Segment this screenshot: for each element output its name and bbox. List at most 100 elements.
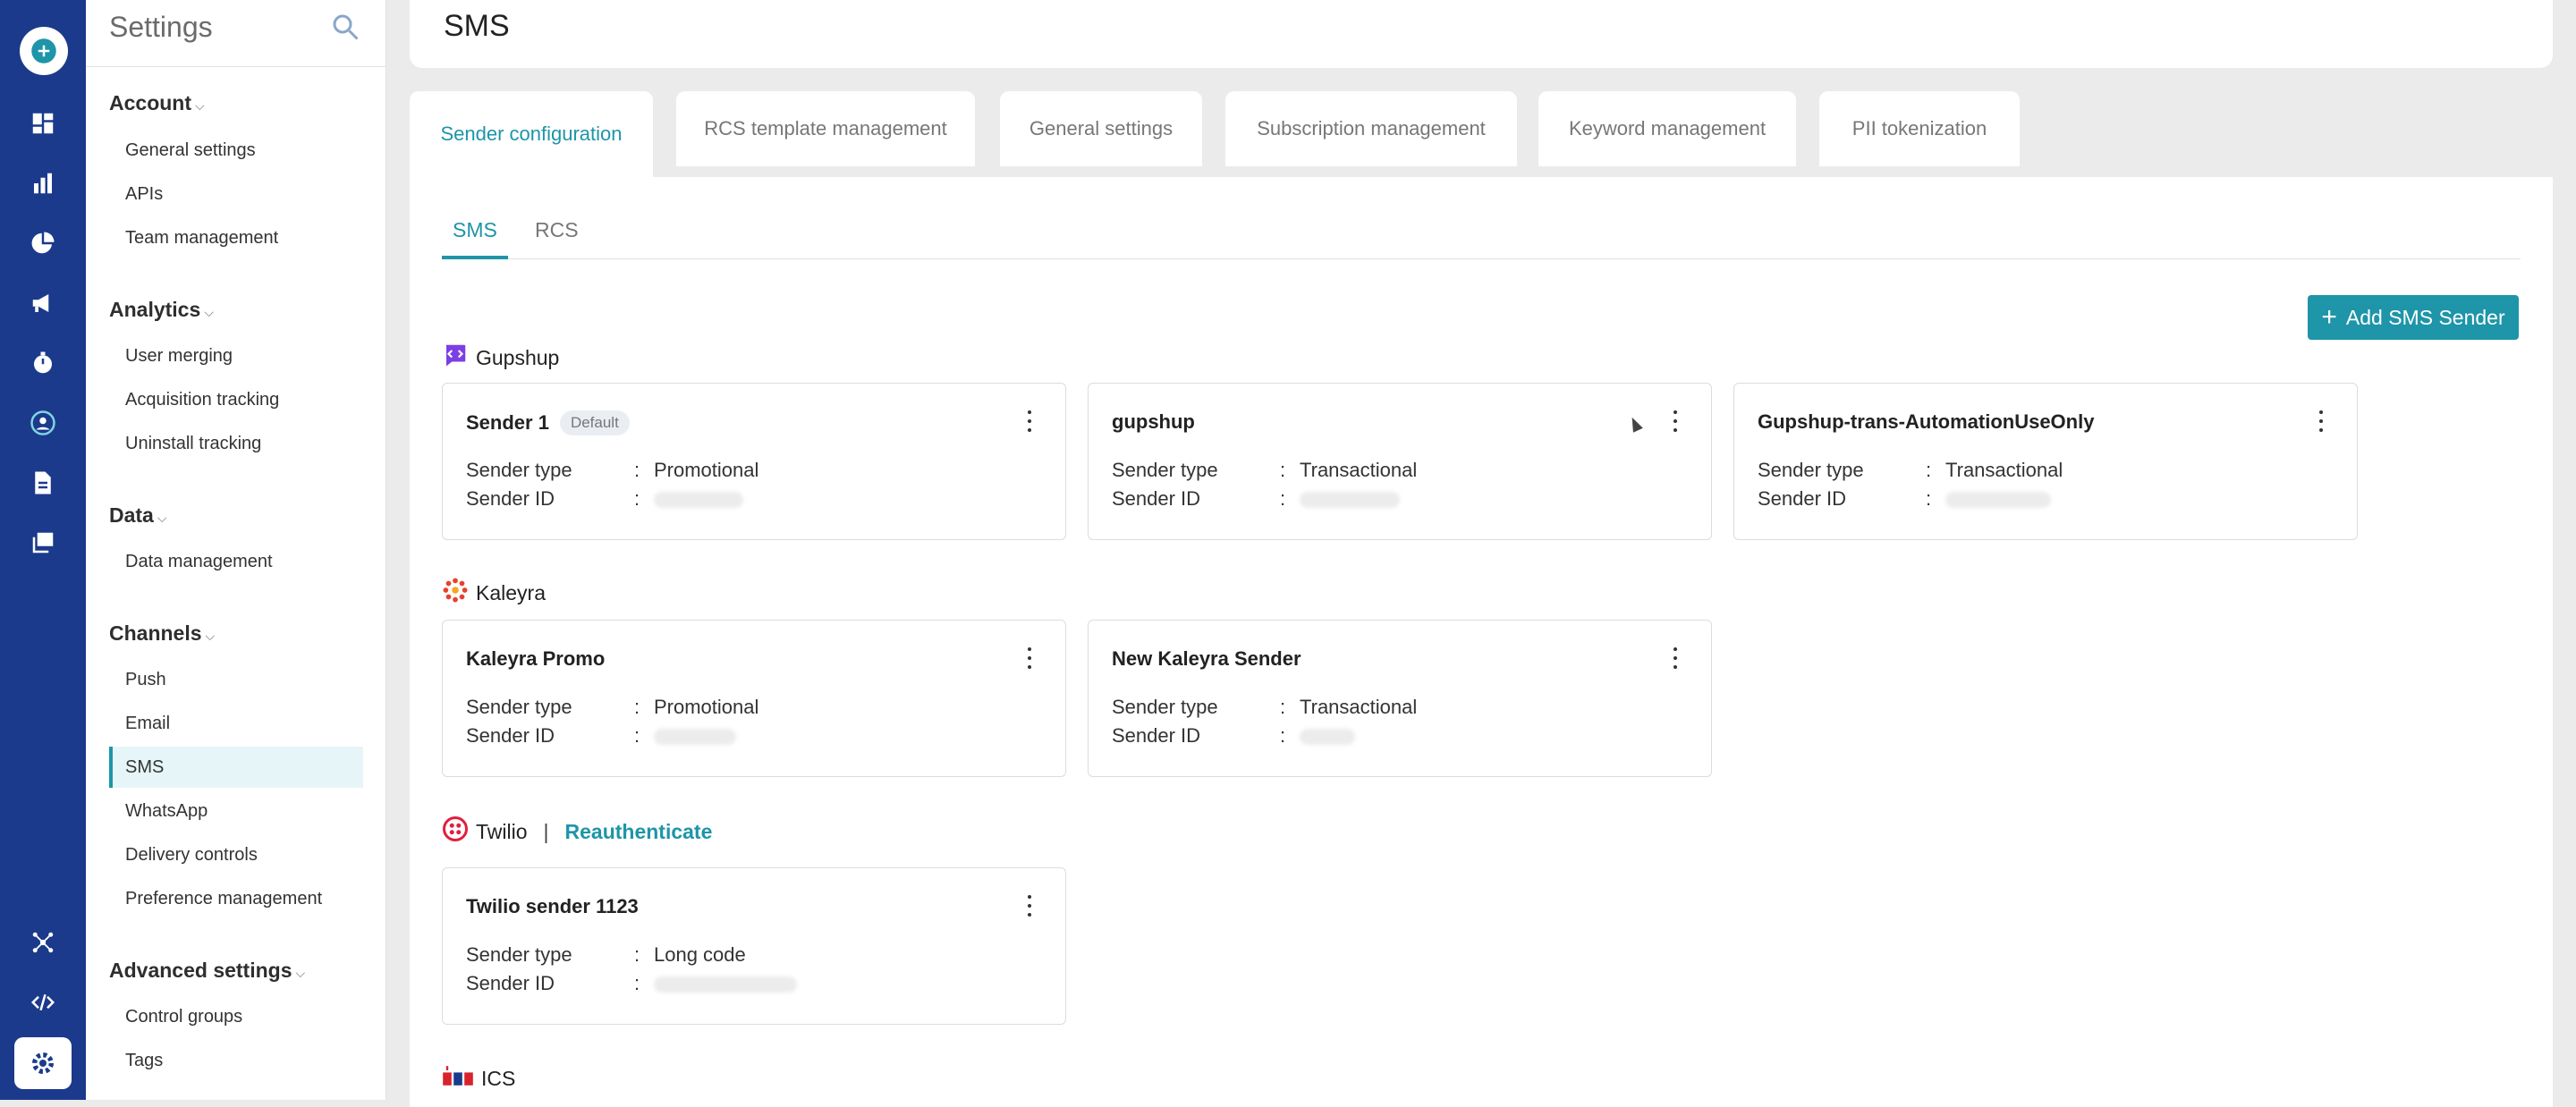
sender-id-redacted bbox=[1945, 492, 2051, 509]
sender-type-value: Transactional bbox=[1300, 696, 1418, 718]
tab-subscription-management[interactable]: Subscription management bbox=[1225, 91, 1517, 166]
sender-id-redacted bbox=[654, 976, 797, 993]
provider-name: Twilio bbox=[476, 819, 528, 843]
sidebar-item-delivery-controls[interactable]: Delivery controls bbox=[125, 845, 258, 866]
sidebar-item-acquisition-tracking[interactable]: Acquisition tracking bbox=[125, 390, 279, 410]
app-nav-rail bbox=[0, 0, 86, 1100]
sender-type-value: Long code bbox=[654, 943, 746, 966]
pie-chart-icon[interactable] bbox=[0, 218, 86, 268]
sender-id-redacted bbox=[654, 729, 736, 746]
campaign-megaphone-icon[interactable] bbox=[0, 278, 86, 328]
sidebar-item-preference-management[interactable]: Preference management bbox=[125, 889, 322, 909]
tab-pii-tokenization[interactable]: PII tokenization bbox=[1819, 91, 2020, 166]
sidebar-group-channels[interactable]: Channels ⌵ bbox=[109, 621, 215, 646]
chevron-down-icon: ⌵ bbox=[205, 629, 216, 643]
more-options-icon[interactable] bbox=[1672, 647, 1679, 669]
sender-card: New Kaleyra Sender Sender type: Transacti… bbox=[1088, 620, 1712, 777]
sidebar-divider bbox=[86, 66, 386, 67]
provider-name: Gupshup bbox=[476, 345, 560, 369]
sidebar-item-sms[interactable]: SMS bbox=[109, 747, 363, 788]
add-sms-sender-button[interactable]: + Add SMS Sender bbox=[2308, 295, 2519, 340]
provider-name: Kaleyra bbox=[476, 580, 546, 604]
sidebar-group-data[interactable]: Data ⌵ bbox=[109, 503, 166, 528]
settings-gear-icon[interactable] bbox=[14, 1037, 72, 1089]
sender-card: gupshup Sender type: Transactional Sender… bbox=[1088, 383, 1712, 540]
page-header: SMS bbox=[410, 0, 2553, 68]
more-options-icon[interactable] bbox=[2318, 410, 2325, 432]
ics-logo-icon bbox=[442, 1062, 474, 1094]
chevron-down-icon: ⌵ bbox=[157, 511, 167, 525]
provider-gupshup: Gupshup bbox=[442, 342, 559, 374]
plus-icon: + bbox=[2321, 302, 2337, 332]
code-icon[interactable] bbox=[0, 977, 86, 1027]
integrations-icon[interactable] bbox=[0, 917, 86, 968]
document-icon[interactable] bbox=[0, 458, 86, 508]
sender-card: Gupshup-trans-AutomationUseOnly Sender t… bbox=[1733, 383, 2358, 540]
more-options-icon[interactable] bbox=[1026, 410, 1033, 432]
sidebar-group-analytics[interactable]: Analytics ⌵ bbox=[109, 298, 214, 322]
more-options-icon[interactable] bbox=[1672, 410, 1679, 432]
sidebar-item-email[interactable]: Email bbox=[125, 714, 170, 734]
sidebar-item-team-management[interactable]: Team management bbox=[125, 228, 278, 249]
tab-keyword-management[interactable]: Keyword management bbox=[1538, 91, 1796, 166]
sidebar-item-whatsapp[interactable]: WhatsApp bbox=[125, 801, 208, 822]
subtab-rcs[interactable]: RCS bbox=[524, 218, 589, 259]
sender-type-value: Promotional bbox=[654, 459, 759, 481]
sender-card: Twilio sender 1123 Sender type: Long code… bbox=[442, 867, 1066, 1025]
search-icon[interactable] bbox=[329, 11, 361, 43]
sidebar-group-advanced-settings[interactable]: Advanced settings ⌵ bbox=[109, 959, 305, 983]
create-plus-icon[interactable] bbox=[20, 27, 68, 75]
timer-icon[interactable] bbox=[0, 338, 86, 388]
provider-twilio: Twilio | Reauthenticate bbox=[442, 815, 712, 848]
sender-name: Sender 1 bbox=[466, 411, 549, 434]
analytics-bar-icon[interactable] bbox=[0, 158, 86, 208]
provider-kaleyra: Kaleyra bbox=[442, 577, 546, 609]
provider-separator: | bbox=[543, 819, 549, 843]
sidebar-item-data-management[interactable]: Data management bbox=[125, 552, 273, 572]
twilio-logo-icon bbox=[442, 815, 469, 848]
tab-rcs-template-management[interactable]: RCS template management bbox=[676, 91, 975, 166]
sidebar-item-tags[interactable]: Tags bbox=[125, 1051, 163, 1071]
sender-id-redacted bbox=[1300, 492, 1400, 509]
sender-name: Kaleyra Promo bbox=[466, 647, 606, 670]
provider-ics: ICS bbox=[442, 1062, 515, 1094]
channel-subtabs: SMS RCS bbox=[442, 218, 2521, 259]
chevron-down-icon: ⌵ bbox=[195, 98, 205, 113]
kaleyra-logo-icon bbox=[442, 577, 469, 609]
sender-card: Sender 1 Default Sender type: Promotional … bbox=[442, 383, 1066, 540]
sidebar-item-user-merging[interactable]: User merging bbox=[125, 346, 233, 367]
more-options-icon[interactable] bbox=[1026, 895, 1033, 917]
more-options-icon[interactable] bbox=[1026, 647, 1033, 669]
user-profile-icon[interactable] bbox=[0, 398, 86, 448]
sender-type-value: Transactional bbox=[1945, 459, 2063, 481]
gupshup-logo-icon bbox=[442, 342, 469, 374]
reauthenticate-link[interactable]: Reauthenticate bbox=[565, 820, 713, 844]
page-title: SMS bbox=[444, 9, 510, 43]
sidebar-item-control-groups[interactable]: Control groups bbox=[125, 1007, 242, 1027]
settings-sidebar: Settings Account ⌵ General settings APIs … bbox=[86, 0, 386, 1100]
provider-name: ICS bbox=[481, 1066, 516, 1090]
sender-name: New Kaleyra Sender bbox=[1112, 647, 1301, 670]
sender-type-value: Transactional bbox=[1300, 459, 1418, 481]
sender-id-redacted bbox=[654, 492, 743, 509]
chevron-down-icon: ⌵ bbox=[204, 305, 214, 319]
main-content: SMS Sender configuration RCS template ma… bbox=[386, 0, 2576, 1107]
sidebar-item-general-settings[interactable]: General settings bbox=[125, 140, 256, 161]
sender-id-redacted bbox=[1300, 729, 1355, 746]
sidebar-group-account[interactable]: Account ⌵ bbox=[109, 91, 205, 115]
subtab-sms[interactable]: SMS bbox=[442, 218, 508, 259]
sidebar-item-apis[interactable]: APIs bbox=[125, 184, 163, 205]
content-library-icon[interactable] bbox=[0, 518, 86, 568]
sidebar-item-push[interactable]: Push bbox=[125, 670, 166, 690]
tab-sender-configuration[interactable]: Sender configuration bbox=[410, 91, 653, 177]
sender-configuration-panel: SMS RCS + Add SMS Sender Gupshup Sender 1… bbox=[410, 177, 2553, 1107]
tab-general-settings[interactable]: General settings bbox=[1000, 91, 1202, 166]
sidebar-item-uninstall-tracking[interactable]: Uninstall tracking bbox=[125, 434, 261, 454]
chevron-down-icon: ⌵ bbox=[295, 966, 306, 980]
sender-name: Gupshup-trans-AutomationUseOnly bbox=[1758, 410, 2095, 433]
sender-card: Kaleyra Promo Sender type: Promotional Se… bbox=[442, 620, 1066, 777]
sender-name: Twilio sender 1123 bbox=[466, 895, 639, 917]
dashboard-icon[interactable] bbox=[0, 98, 86, 148]
default-badge: Default bbox=[559, 410, 630, 435]
sender-type-value: Promotional bbox=[654, 696, 759, 718]
